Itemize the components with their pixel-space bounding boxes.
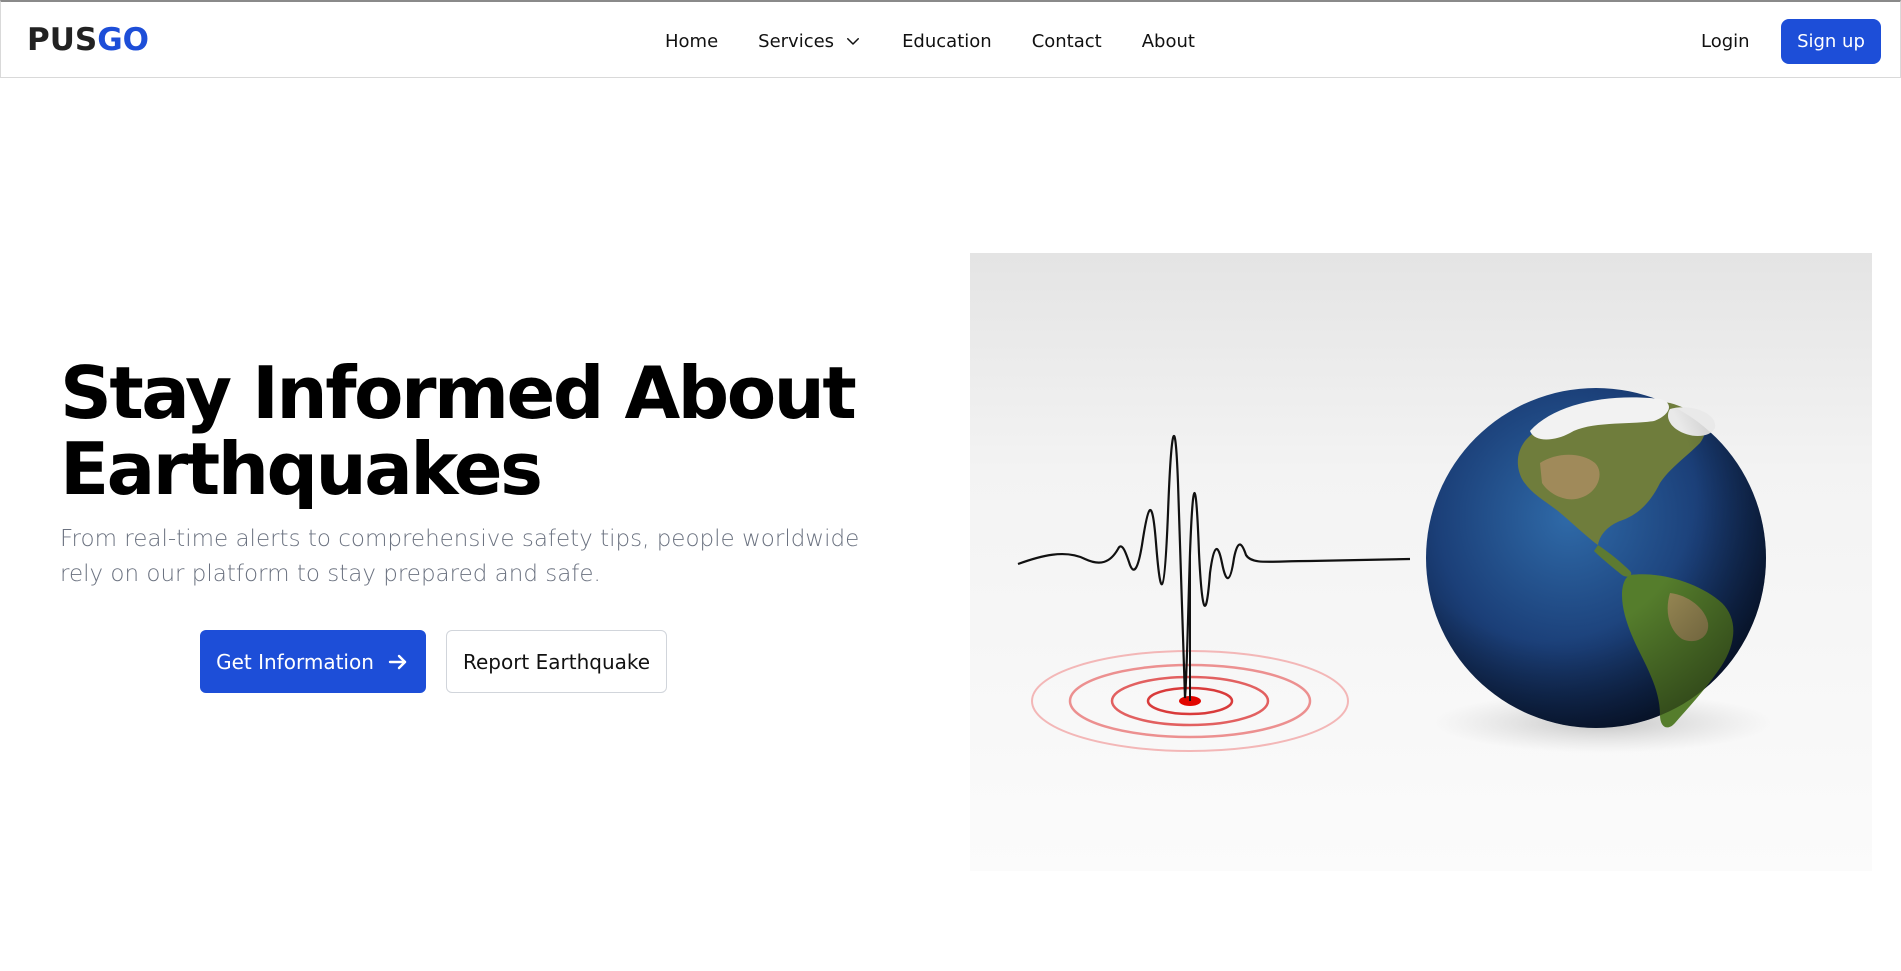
brand-logo-part2: GO [97,22,150,58]
report-earthquake-button[interactable]: Report Earthquake [446,630,667,693]
nav-item-about[interactable]: About [1142,24,1195,58]
main-nav: Home Services Education Contact About [665,24,1195,58]
top-navbar: PUSGO Home Services Education Contact Ab… [0,0,1901,78]
nav-item-label: Education [902,30,992,52]
nav-item-label: Home [665,30,719,52]
seismograph-globe-illustration [970,253,1872,871]
nav-item-home[interactable]: Home [665,24,718,58]
nav-item-label: Services [758,30,835,52]
hero-title-line1: Stay Informed About [60,351,857,435]
brand-logo[interactable]: PUSGO [27,20,149,60]
nav-item-services[interactable]: Services [758,24,862,58]
hero-illustration-svg [970,253,1872,871]
nav-item-label: Contact [1031,30,1102,52]
nav-item-label: About [1141,30,1195,52]
signup-button[interactable]: Sign up [1781,19,1881,64]
hero-title: Stay Informed About Earthquakes [60,355,940,507]
hero-subtitle: From real-time alerts to comprehensive s… [60,526,860,587]
nav-item-contact[interactable]: Contact [1032,24,1102,58]
chevron-down-icon [847,38,860,45]
hero-title-line2: Earthquakes [60,427,543,511]
login-link[interactable]: Login [1701,24,1750,58]
get-information-label: Get Information [216,649,374,674]
get-information-button[interactable]: Get Information [200,630,426,693]
brand-logo-part1: PUS [27,22,98,58]
nav-item-education[interactable]: Education [902,24,992,58]
arrow-right-icon [388,654,407,669]
earth-globe [1426,388,1766,728]
